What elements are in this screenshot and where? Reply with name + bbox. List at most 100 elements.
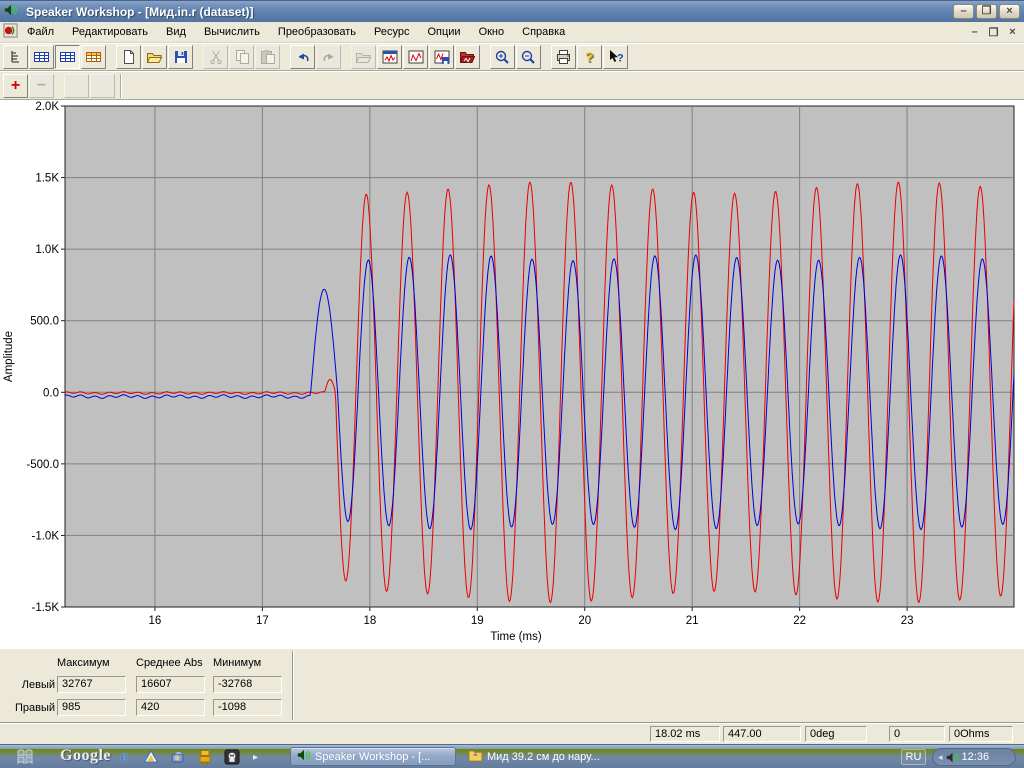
blank-1-button — [64, 73, 89, 98]
title-bar: Speaker Workshop - [Мид.in.r (dataset)] … — [0, 0, 1024, 22]
stats-cell-Левый-2[interactable]: -32768 — [213, 676, 282, 693]
stats-row-label-1: Правый — [14, 702, 55, 714]
zoom-in-button[interactable] — [490, 45, 515, 69]
volume-icon[interactable] — [946, 751, 959, 764]
minimize-button[interactable]: – — [953, 4, 974, 19]
menu-редактировать[interactable]: Редактировать — [63, 23, 157, 41]
x-tick-label: 20 — [578, 615, 591, 627]
x-tick-label: 23 — [901, 615, 914, 627]
stats-cell-Правый-0[interactable]: 985 — [57, 699, 126, 716]
marker-toolbar: + − — [0, 71, 1024, 100]
mdi-child-icon[interactable] — [3, 23, 18, 41]
properties-view-button[interactable] — [81, 45, 106, 69]
task-label: Мид 39.2 см до нару... — [487, 750, 600, 763]
ie-icon[interactable]: e — [116, 749, 132, 765]
restore-button[interactable]: ❐ — [976, 4, 997, 19]
speaker-icon — [297, 748, 311, 765]
grid-view-button[interactable] — [55, 45, 80, 69]
delta-app-icon[interactable] — [143, 749, 159, 765]
menu-ресурс[interactable]: Ресурс — [365, 23, 418, 41]
status-marker: 0 — [889, 726, 945, 742]
clock[interactable]: 12:36 — [962, 751, 990, 763]
context-help-button[interactable]: ? — [603, 45, 628, 69]
robot-app-icon[interactable] — [197, 749, 213, 765]
redo-button — [316, 45, 341, 69]
undo-button[interactable] — [290, 45, 315, 69]
menu-опции[interactable]: Опции — [418, 23, 469, 41]
cut-button — [203, 45, 228, 69]
menu-окно[interactable]: Окно — [470, 23, 514, 41]
status-cursor-value: 447.00 — [723, 726, 801, 742]
taskbar: Google e ▸ Speaker Workshop - [... Мид 39.2 … — [0, 744, 1024, 768]
datasheet-view-button[interactable] — [29, 45, 54, 69]
stats-panel-divider — [292, 651, 294, 720]
task-button-1[interactable]: Мид 39.2 см до нару... — [462, 747, 640, 766]
y-axis-title: Amplitude — [3, 331, 15, 382]
y-tick-label: -1.0K — [32, 530, 60, 542]
tray-expand-icon[interactable]: ◂ — [938, 752, 943, 763]
google-deskbar[interactable]: Google — [60, 747, 111, 765]
waveform-chart[interactable]: 2.0K 1.5K 1.0K 500.0 0.0 -500.0 -1.0K -1.5K 16 17… — [0, 100, 1024, 648]
add-marker-button[interactable]: + — [3, 73, 28, 98]
window-title: Speaker Workshop - [Мид.in.r (dataset)] — [26, 4, 254, 19]
x-tick-label: 21 — [686, 615, 699, 627]
print-button[interactable] — [551, 45, 576, 69]
waveform-plot: 2.0K 1.5K 1.0K 500.0 0.0 -500.0 -1.0K -1.5K 16 17… — [3, 101, 1015, 643]
y-tick-label: -500.0 — [26, 459, 59, 471]
status-impedance: 0Ohms — [949, 726, 1013, 742]
remove-marker-button: − — [29, 73, 54, 98]
task-label: Speaker Workshop - [... — [315, 750, 431, 763]
mdi-window-controls: – ❐ × — [964, 25, 1021, 39]
stats-cell-Правый-2[interactable]: -1098 — [213, 699, 282, 716]
stats-row-label-0: Левый — [21, 679, 55, 691]
folder-icon — [468, 749, 483, 765]
chart-window-button[interactable] — [377, 45, 402, 69]
status-bar: 18.02 ms 447.00 0deg 0 0Ohms — [0, 722, 1024, 744]
stats-cell-Правый-1[interactable]: 420 — [136, 699, 205, 716]
menu-справка[interactable]: Справка — [513, 23, 574, 41]
system-tray: ◂ 12:36 — [932, 748, 1016, 766]
speaker-workshop-window: Speaker Workshop - [Мид.in.r (dataset)] … — [0, 0, 1024, 768]
x-axis-title: Time (ms) — [490, 631, 541, 643]
language-indicator[interactable]: RU — [901, 749, 926, 765]
zoom-out-button[interactable] — [516, 45, 541, 69]
open-button[interactable] — [142, 45, 167, 69]
svg-text:?: ? — [617, 53, 624, 65]
messenger-app-icon[interactable] — [170, 749, 186, 765]
copy-button — [229, 45, 254, 69]
x-tick-label: 19 — [471, 615, 484, 627]
stats-cell-Левый-1[interactable]: 16607 — [136, 676, 205, 693]
chart-save-button[interactable] — [429, 45, 454, 69]
stats-header-0: Максимум — [57, 657, 110, 669]
help-button[interactable]: ? — [577, 45, 602, 69]
task-button-0[interactable]: Speaker Workshop - [... — [290, 747, 456, 766]
stats-panel: Максимум Среднее Abs Минимум Левый 32767 1660… — [0, 648, 1024, 722]
tree-view-button[interactable] — [3, 45, 28, 69]
mdi-minimize-button[interactable]: – — [966, 25, 983, 39]
main-toolbar: ?? — [0, 43, 1024, 71]
menu-bar: Файл Редактировать Вид Вычислить Преобразова… — [0, 22, 1024, 43]
dark-app-icon[interactable] — [224, 749, 240, 765]
menu-преобразовать[interactable]: Преобразовать — [269, 23, 365, 41]
x-tick-label: 17 — [256, 615, 269, 627]
quick-launch-chevron-icon[interactable]: ▸ — [253, 751, 258, 763]
new-document-button[interactable] — [116, 45, 141, 69]
x-tick-label: 18 — [363, 615, 376, 627]
chart-view-button[interactable] — [403, 45, 428, 69]
x-tick-label: 22 — [793, 615, 806, 627]
menu-файл[interactable]: Файл — [18, 23, 63, 41]
mdi-close-button[interactable]: × — [1004, 25, 1021, 39]
stats-header-2: Минимум — [213, 657, 262, 669]
start-button[interactable] — [16, 748, 36, 768]
menu-вид[interactable]: Вид — [157, 23, 195, 41]
stats-cell-Левый-0[interactable]: 32767 — [57, 676, 126, 693]
stats-header-1: Среднее Abs — [136, 657, 203, 669]
y-tick-label: 0.0 — [43, 387, 59, 399]
chart-export-button[interactable] — [455, 45, 480, 69]
save-button[interactable] — [168, 45, 193, 69]
y-tick-label: 1.5K — [35, 173, 59, 185]
mdi-restore-button[interactable]: ❐ — [985, 25, 1002, 39]
blank-2-button — [90, 73, 115, 98]
close-button[interactable]: × — [999, 4, 1020, 19]
menu-вычислить[interactable]: Вычислить — [195, 23, 269, 41]
